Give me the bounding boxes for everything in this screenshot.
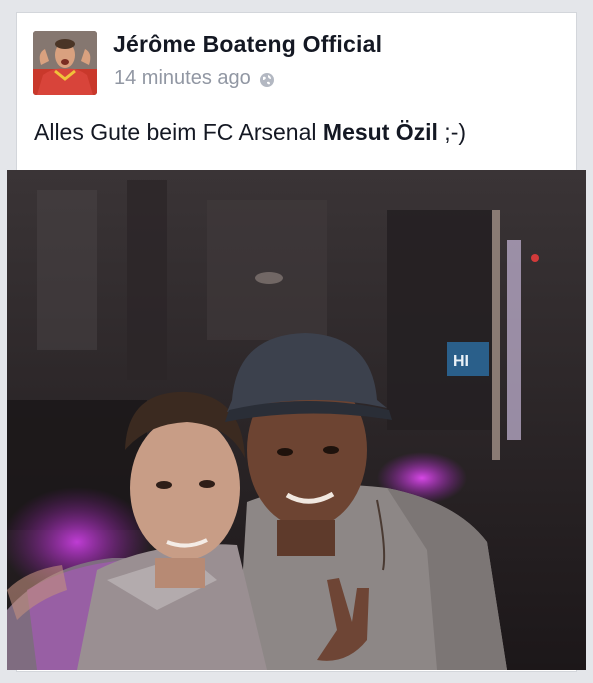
photo-image: HI <box>7 170 586 670</box>
globe-icon[interactable] <box>259 71 275 87</box>
post-text-before: Alles Gute beim FC Arsenal <box>34 119 323 145</box>
photo-sign-text: HI <box>453 353 469 370</box>
author-name-link[interactable]: Jérôme Boateng Official <box>113 31 382 58</box>
post-timestamp[interactable]: 14 minutes ago <box>114 67 251 90</box>
post-meta: 14 minutes ago <box>114 67 275 90</box>
post-message: Alles Gute beim FC Arsenal Mesut Özil ;-… <box>34 119 466 146</box>
author-avatar[interactable] <box>33 31 97 95</box>
post-photo[interactable]: HI <box>7 170 586 670</box>
mention-link[interactable]: Mesut Özil <box>323 119 438 145</box>
post-text-after: ;-) <box>437 119 467 145</box>
avatar-image <box>33 31 97 95</box>
